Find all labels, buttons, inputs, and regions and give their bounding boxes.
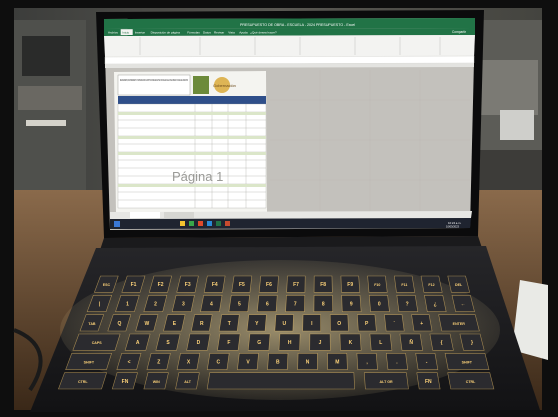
- page-watermark: Página 1: [172, 169, 223, 184]
- keyboard-key-label: ALT: [184, 380, 192, 384]
- keyboard-key-label: 8: [322, 302, 325, 308]
- keyboard-key-label: N: [306, 360, 310, 366]
- keyboard-key-label: 2: [154, 302, 157, 308]
- excel-ribbon: [104, 35, 475, 57]
- keyboard-key-label: A: [136, 340, 140, 346]
- ribbon-tab[interactable]: Inicio: [122, 31, 129, 35]
- keyboard-key-label: H: [288, 340, 292, 346]
- ribbon-tab[interactable]: Insertar: [135, 31, 145, 35]
- share-button[interactable]: Compartir: [452, 30, 467, 34]
- keyboard-key-label: 5: [238, 302, 241, 308]
- keyboard-key-label: 9: [350, 302, 353, 308]
- keyboard-key-label: F2: [158, 282, 164, 288]
- right-desk: [474, 150, 542, 190]
- keyboard-key-label: {: [441, 340, 443, 346]
- sheet-heading: MEJORAMIENTO, MANTENIMIENTO Y RESTAURACI…: [120, 78, 188, 82]
- keyboard-key-label: WIN: [153, 380, 160, 384]
- keyboard-key-label: F1: [131, 282, 137, 288]
- keyboard-key-label: CTRL: [78, 380, 88, 384]
- keyboard-key-label: <: [128, 360, 131, 366]
- keyboard-key-label: DEL: [455, 283, 463, 287]
- keyboard-key-label: ESC: [103, 283, 111, 287]
- keyboard-key-label: B: [276, 360, 280, 366]
- keyboard-key-label: W: [145, 321, 150, 327]
- keyboard-key-label: TAB: [88, 322, 96, 326]
- keyboard-key-label: F6: [266, 282, 272, 288]
- keyboard-key-label: M: [335, 360, 339, 366]
- right-white-device: [500, 110, 534, 140]
- keyboard-key-label: L: [379, 340, 382, 346]
- keyboard-key-label: Z: [157, 360, 160, 366]
- keyboard-key-label: 6: [266, 302, 269, 308]
- keyboard-key-label: CAPS: [92, 341, 103, 345]
- ribbon-tab[interactable]: Datos: [203, 31, 211, 35]
- keyboard-key-label: FN: [122, 379, 129, 385]
- ribbon-tab[interactable]: Disposición de página: [151, 31, 181, 35]
- ribbon-tab[interactable]: Archivo: [108, 31, 118, 35]
- keyboard-key-label: F5: [239, 282, 245, 288]
- keyboard-key-label: T: [228, 321, 231, 327]
- table-header: [118, 96, 266, 104]
- keyboard-key-label: SHIFT: [84, 361, 95, 365]
- excel-window-title: PRESUPUESTO DE OBRA - ESCUELA - 2024 PRE…: [240, 23, 355, 27]
- keyboard-key-label: Ñ: [409, 339, 413, 346]
- keyboard-key[interactable]: [206, 372, 355, 390]
- keyboard-key-label: K: [349, 340, 353, 346]
- keyboard-key-label: ?: [406, 302, 409, 308]
- taskbar-clock: 10:24 a.m.: [448, 221, 461, 225]
- keyboard-key-label: F8: [320, 282, 326, 288]
- keyboard-key-label: F11: [401, 283, 407, 287]
- keyboard-key-label: 0: [378, 302, 381, 308]
- right-monitor: [478, 60, 538, 115]
- keyboard-key-label: U: [282, 321, 286, 327]
- keyboard-key-label: ←: [461, 302, 466, 308]
- keyboard-key-label: SHIFT: [462, 361, 473, 365]
- keyboard-key-label: F3: [185, 282, 191, 288]
- ribbon-tab[interactable]: ¿Qué desea hacer?: [250, 31, 277, 35]
- left-monitor: [22, 36, 70, 76]
- windows-taskbar: [110, 218, 471, 229]
- left-desk: [18, 86, 82, 110]
- laptop-screen: [104, 18, 475, 230]
- formula-bar[interactable]: [104, 55, 475, 65]
- logo-text: Gobernación: [213, 83, 236, 88]
- keyboard-key-label: C: [217, 360, 221, 366]
- keyboard-key-label: ALT GR: [380, 380, 394, 384]
- ribbon-tab[interactable]: Ayuda: [239, 31, 248, 35]
- keyboard-key-label: 1: [126, 302, 129, 308]
- laptop-photo: PRESUPUESTO DE OBRA - ESCUELA - 2024 PRE…: [0, 0, 558, 417]
- logo-shield: [193, 76, 209, 94]
- keyboard-key-label: 7: [294, 302, 297, 308]
- keyboard-key-label: ¿: [434, 302, 437, 308]
- keyboard-key-label: CTRL: [466, 380, 476, 384]
- keyboard-key-label: 3: [182, 302, 185, 308]
- keyboard-key-label: F7: [293, 282, 299, 288]
- keyboard-key-label: F10: [374, 283, 380, 287]
- left-white-box: [26, 120, 66, 126]
- taskbar-date: 10/03/2023: [446, 225, 460, 229]
- keyboard-key-label: ENTER: [453, 322, 466, 326]
- keyboard-key-label: }: [471, 340, 473, 346]
- keyboard-key-label: 4: [210, 302, 213, 308]
- keyboard-key-label: +: [420, 321, 423, 327]
- keyboard-key-label: R: [200, 321, 204, 327]
- ribbon-tab[interactable]: Revisar: [214, 31, 224, 35]
- keyboard-key-label: F: [227, 340, 230, 346]
- keyboard-key-label: F9: [347, 282, 353, 288]
- keyboard-key-label: D: [197, 340, 201, 346]
- ribbon-tab[interactable]: Fórmulas: [187, 31, 200, 35]
- keyboard-key-label: FN: [425, 379, 432, 385]
- table-rows: [117, 103, 267, 209]
- ribbon-tab[interactable]: Vista: [228, 31, 235, 35]
- keyboard-key-label: F12: [428, 283, 434, 287]
- keyboard-key-label: Q: [117, 321, 121, 327]
- keyboard-key-label: J: [319, 340, 322, 346]
- keyboard-key-label: O: [337, 321, 341, 327]
- keyboard-key-label: G: [257, 340, 261, 346]
- keyboard-key-label: F4: [212, 282, 218, 288]
